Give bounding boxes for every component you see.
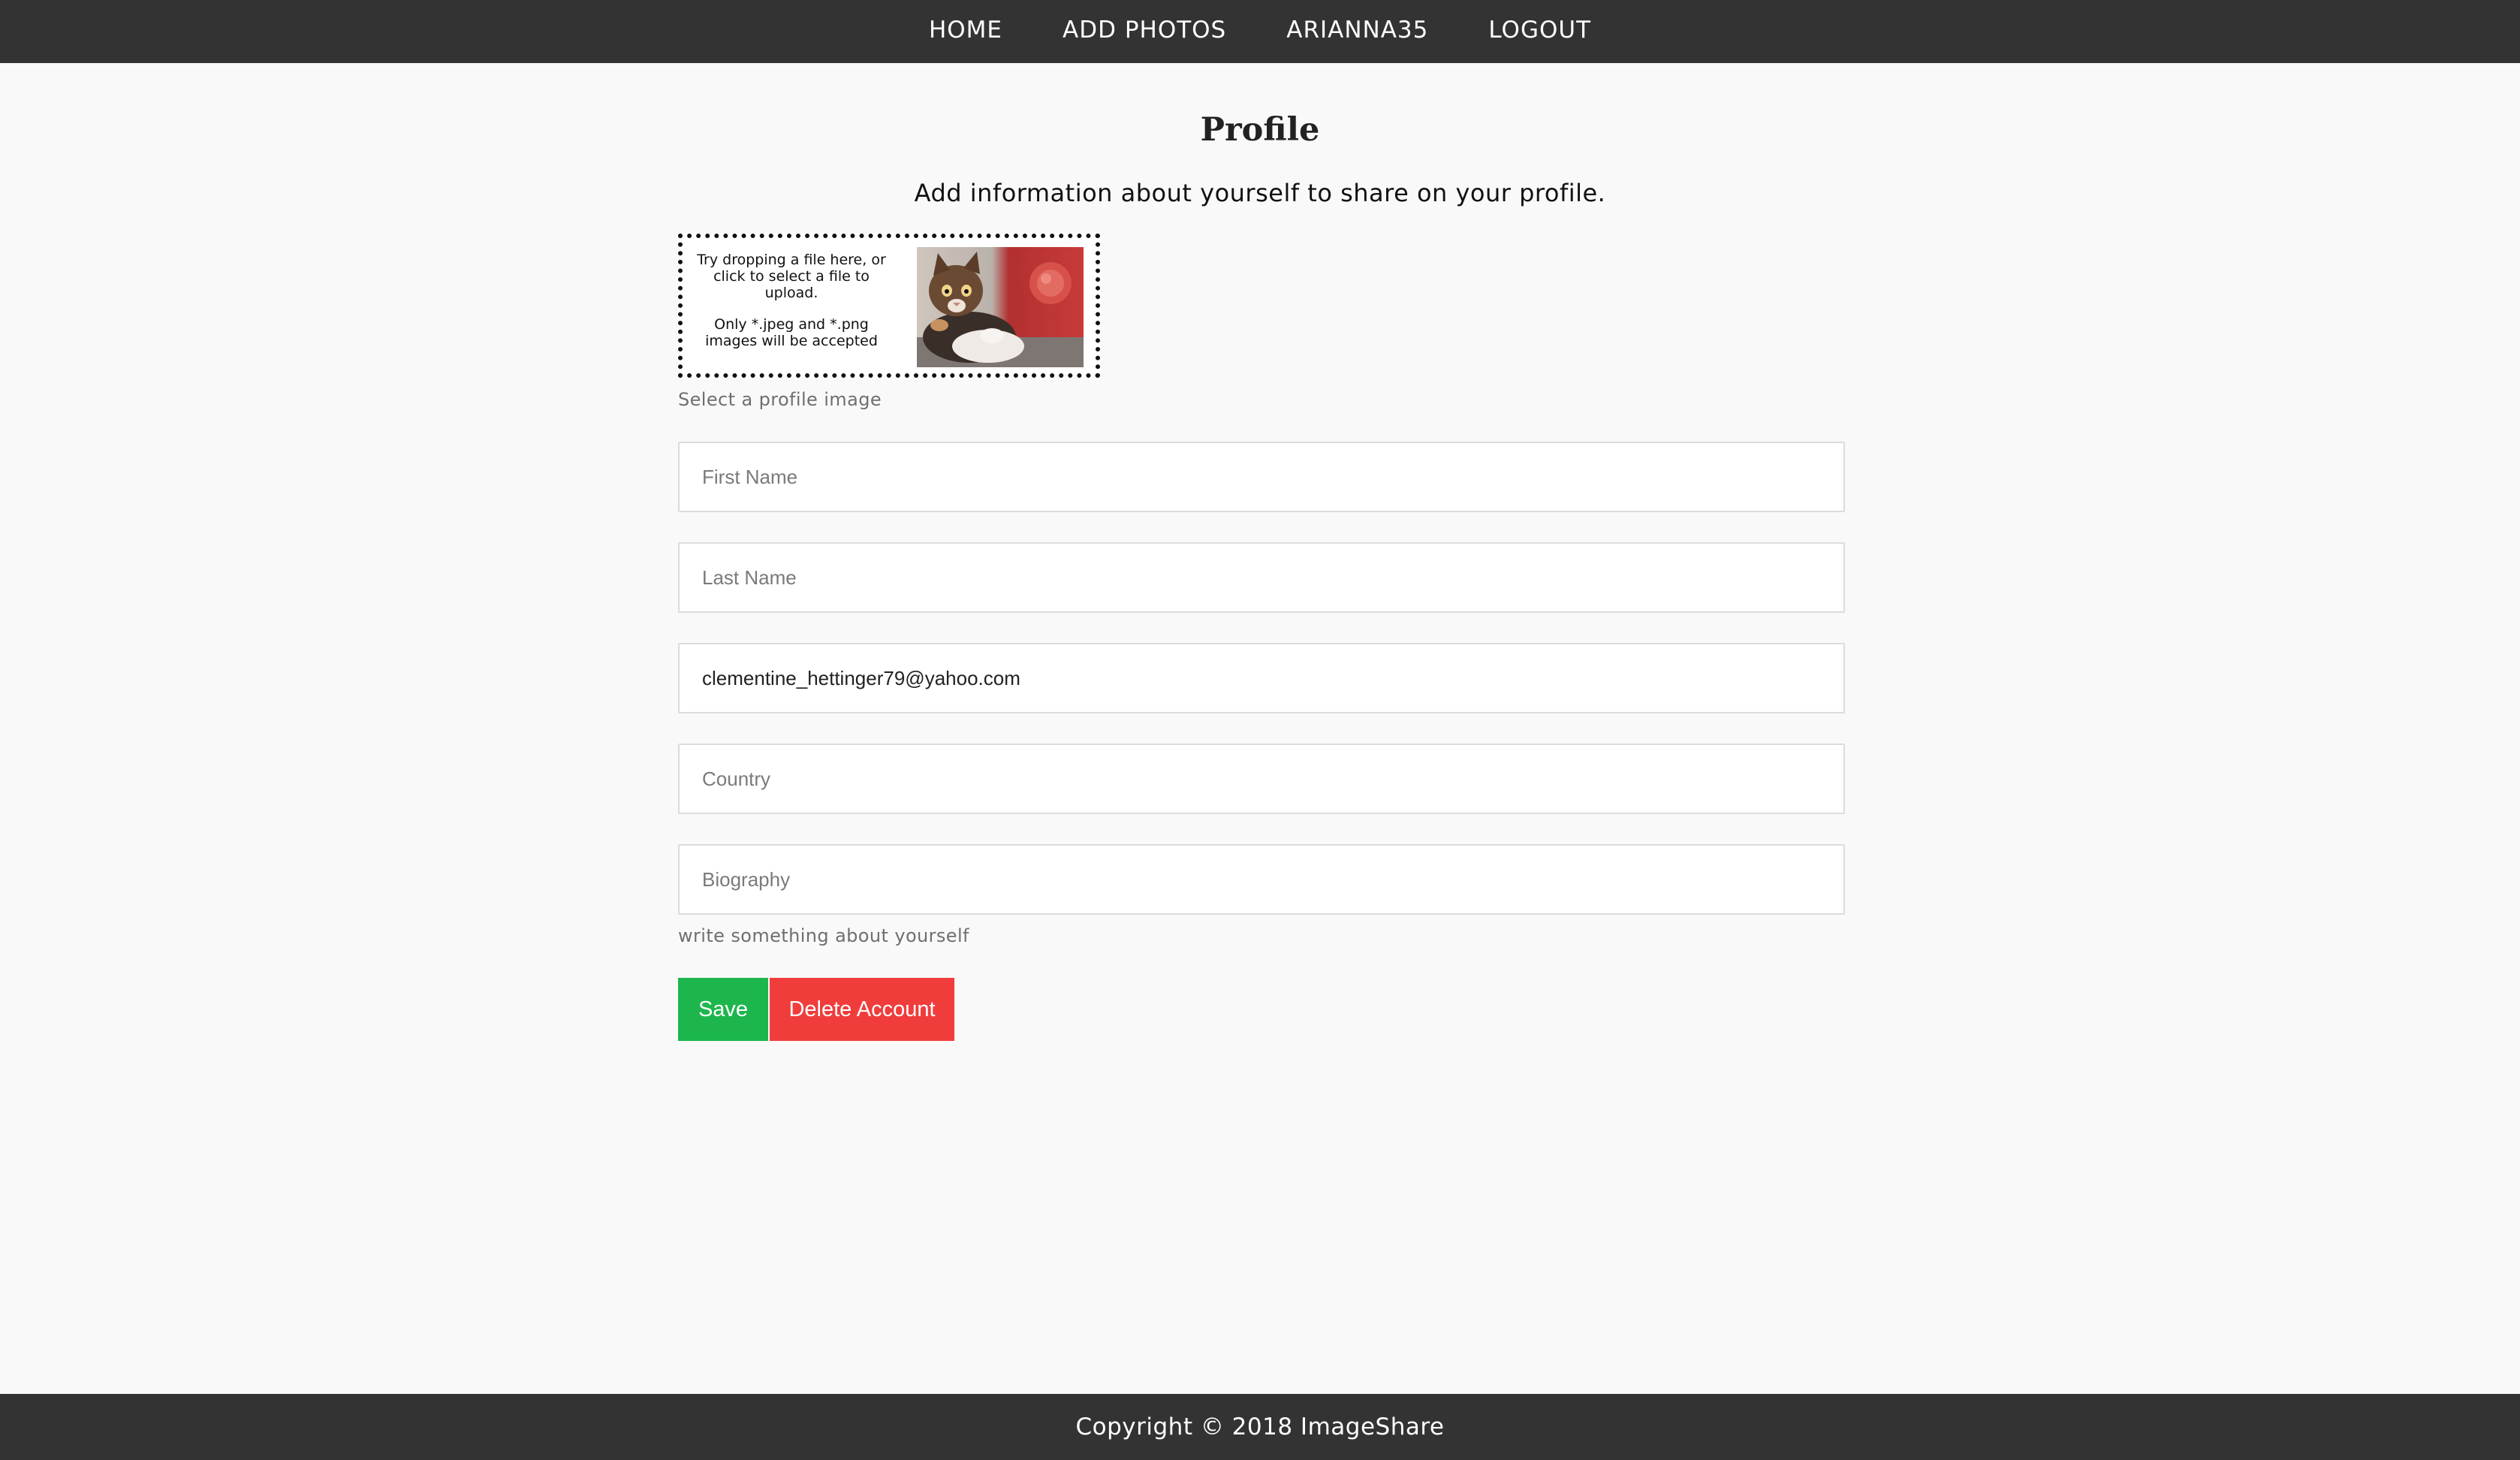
- nav-user-profile-link[interactable]: ARIANNA35: [1286, 0, 1428, 65]
- top-navigation: HOME ADD PHOTOS ARIANNA35 LOGOUT: [0, 0, 2520, 63]
- profile-image-hint: Select a profile image: [678, 389, 882, 410]
- nav-add-photos-link[interactable]: ADD PHOTOS: [1063, 0, 1226, 65]
- first-name-field[interactable]: [678, 442, 1845, 512]
- kitten-photo-icon: [917, 247, 1084, 367]
- last-name-field[interactable]: [678, 542, 1845, 613]
- dropzone-instructions: Try dropping a file here, or click to se…: [693, 252, 890, 349]
- save-button[interactable]: Save: [678, 978, 768, 1041]
- dropzone-instruction-text: Try dropping a file here, or click to se…: [697, 252, 886, 301]
- biography-field[interactable]: [678, 844, 1845, 915]
- footer-copyright: Copyright © 2018 ImageShare: [1075, 1413, 1445, 1440]
- profile-image-preview: [917, 247, 1084, 367]
- email-field[interactable]: [678, 643, 1845, 713]
- profile-image-dropzone[interactable]: Try dropping a file here, or click to se…: [678, 234, 1100, 378]
- nav-logout-link[interactable]: LOGOUT: [1488, 0, 1591, 65]
- dropzone-accepted-types-text: Only *.jpeg and *.png images will be acc…: [705, 316, 878, 349]
- country-field[interactable]: [678, 744, 1845, 814]
- delete-account-button[interactable]: Delete Account: [770, 978, 954, 1041]
- page-subtitle: Add information about yourself to share …: [914, 179, 1606, 207]
- biography-hint: write something about yourself: [678, 925, 969, 946]
- nav-home-link[interactable]: HOME: [929, 0, 1002, 65]
- page-title: Profile: [1200, 111, 1320, 149]
- page: HOME ADD PHOTOS ARIANNA35 LOGOUT Profile…: [0, 0, 2520, 1460]
- footer: Copyright © 2018 ImageShare: [0, 1394, 2520, 1460]
